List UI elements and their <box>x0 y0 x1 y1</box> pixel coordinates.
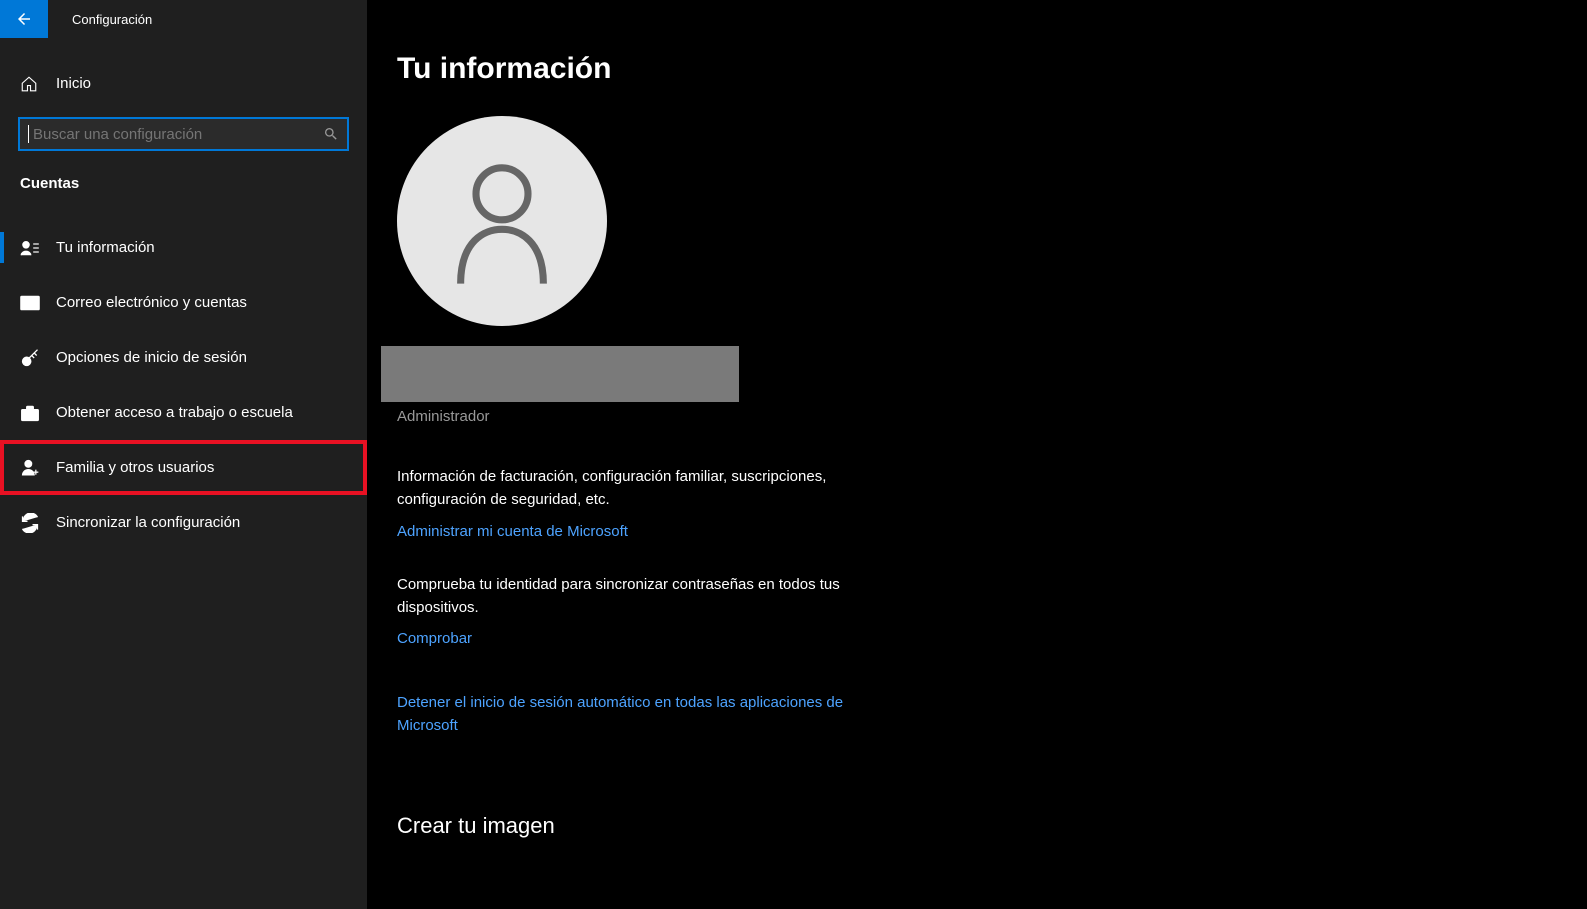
home-label: Inicio <box>56 75 91 92</box>
verify-link[interactable]: Comprobar <box>397 627 472 650</box>
person-icon <box>442 156 562 286</box>
nav-label: Obtener acceso a trabajo o escuela <box>56 404 293 421</box>
sidebar-item-email-accounts[interactable]: Correo electrónico y cuentas <box>0 275 367 330</box>
sidebar-section-header: Cuentas <box>20 175 347 192</box>
sidebar-item-sync-settings[interactable]: Sincronizar la configuración <box>0 495 367 550</box>
sidebar: Configuración Inicio Cuentas Tu informac… <box>0 0 367 909</box>
sync-icon <box>20 513 40 533</box>
sidebar-item-your-info[interactable]: Tu información <box>0 220 367 275</box>
nav-label: Sincronizar la configuración <box>56 514 240 531</box>
nav-label: Correo electrónico y cuentas <box>56 294 247 311</box>
main-content: Tu información Administrador Información… <box>367 0 1587 909</box>
back-button[interactable] <box>0 0 48 38</box>
sidebar-item-work-school[interactable]: Obtener acceso a trabajo o escuela <box>0 385 367 440</box>
stop-auto-signin-link[interactable]: Detener el inicio de sesión automático e… <box>397 691 877 738</box>
search-box[interactable] <box>18 117 349 151</box>
create-image-heading: Crear tu imagen <box>397 813 1587 839</box>
page-title: Tu información <box>397 52 1587 86</box>
person-detail-icon <box>20 240 40 256</box>
window-title: Configuración <box>72 12 152 27</box>
nav-label: Tu información <box>56 239 155 256</box>
search-icon <box>323 126 339 142</box>
briefcase-icon <box>20 404 40 422</box>
text-cursor <box>28 125 29 143</box>
person-add-icon <box>20 458 40 478</box>
search-container <box>18 117 349 151</box>
manage-account-link[interactable]: Administrar mi cuenta de Microsoft <box>397 520 628 543</box>
titlebar: Configuración <box>0 0 367 38</box>
key-icon <box>20 348 40 368</box>
billing-info-text: Información de facturación, configuració… <box>397 465 877 512</box>
home-icon <box>20 75 40 93</box>
verify-info-text: Comprueba tu identidad para sincronizar … <box>397 573 877 620</box>
sidebar-item-signin-options[interactable]: Opciones de inicio de sesión <box>0 330 367 385</box>
sidebar-item-family-users[interactable]: Familia y otros usuarios <box>0 440 367 495</box>
arrow-left-icon <box>15 10 33 28</box>
user-role: Administrador <box>397 408 1587 425</box>
search-input[interactable] <box>33 126 323 143</box>
nav-label: Opciones de inicio de sesión <box>56 349 247 366</box>
nav-list: Tu información Correo electrónico y cuen… <box>0 220 367 550</box>
home-nav[interactable]: Inicio <box>0 56 367 111</box>
username-redacted <box>381 346 739 402</box>
nav-label: Familia y otros usuarios <box>56 459 214 476</box>
mail-icon <box>20 295 40 311</box>
avatar <box>397 116 607 326</box>
